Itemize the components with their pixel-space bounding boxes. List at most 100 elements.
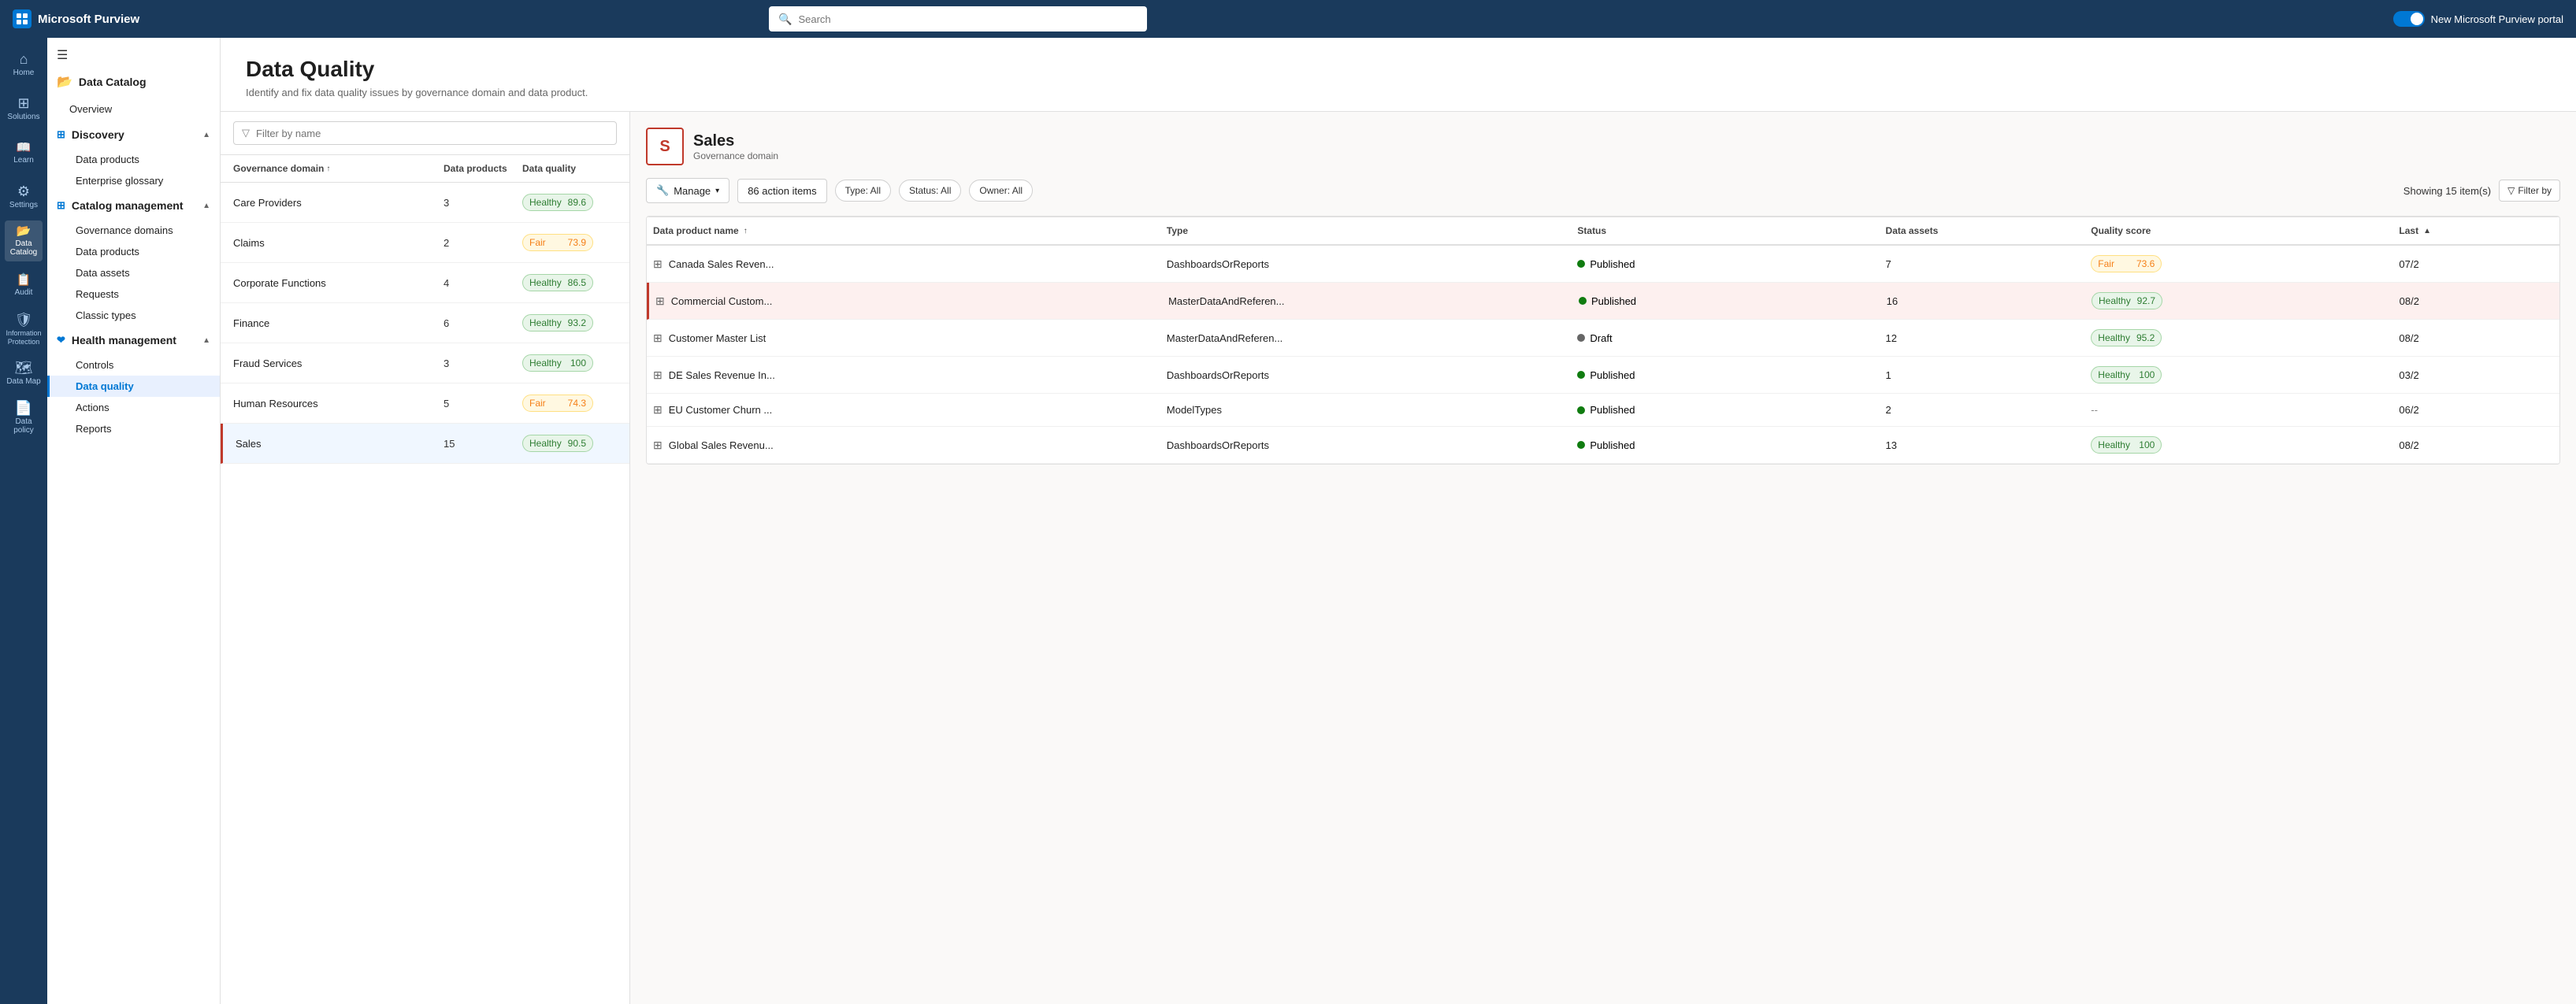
- sidebar-item-settings[interactable]: ⚙ Settings: [5, 176, 43, 217]
- search-input[interactable]: [798, 13, 1138, 25]
- last-sort-desc-icon: ▲: [2423, 227, 2431, 235]
- table-row[interactable]: Care Providers 3 Healthy89.6: [221, 183, 629, 223]
- data-catalog-icon: 📂: [17, 225, 32, 237]
- nav-item-overview[interactable]: Overview: [47, 98, 220, 120]
- manage-button[interactable]: 🔧 Manage ▾: [646, 178, 729, 203]
- nav-item-enterprise-glossary[interactable]: Enterprise glossary: [47, 170, 220, 191]
- table-row[interactable]: ⊞ Global Sales Revenu... DashboardsOrRep…: [647, 427, 2559, 464]
- domain-name: Care Providers: [233, 197, 444, 209]
- catalog-mgmt-toggle[interactable]: ▲: [202, 202, 210, 210]
- table-row[interactable]: ⊞ EU Customer Churn ... ModelTypes Publi…: [647, 394, 2559, 427]
- nav-section-health-mgmt[interactable]: ❤ Health management ▲: [47, 326, 220, 354]
- filter-bar: ▽: [221, 112, 629, 155]
- health-mgmt-toggle[interactable]: ▲: [202, 336, 210, 345]
- sidebar-item-home[interactable]: ⌂ Home: [5, 44, 43, 85]
- table-row[interactable]: Claims 2 Fair73.9: [221, 223, 629, 263]
- detail-panel: S Sales Governance domain 🔧 Manage ▾: [630, 112, 2576, 1004]
- header-governance-domain[interactable]: Governance domain ↑: [233, 163, 444, 174]
- nav-item-governance-domains[interactable]: Governance domains: [47, 220, 220, 241]
- domain-name: Claims: [233, 237, 444, 249]
- nav-section-discovery[interactable]: ⊞ Discovery ▲: [47, 120, 220, 149]
- filter-right-button[interactable]: ▽ Filter by: [2499, 180, 2560, 202]
- products-table-header: Data product name ↑ Type Status Data ass…: [647, 217, 2559, 246]
- owner-filter-button[interactable]: Owner: All: [969, 180, 1033, 202]
- nav-health-title: Health management: [72, 334, 176, 346]
- nav-item-classic-types[interactable]: Classic types: [47, 305, 220, 326]
- products-count: 3: [444, 358, 522, 369]
- nav-item-catalog-data-products[interactable]: Data products: [47, 241, 220, 262]
- filter-by-name-input[interactable]: [256, 128, 608, 139]
- products-count: 5: [444, 398, 522, 409]
- sidebar-item-audit[interactable]: 📋 Audit: [5, 265, 43, 306]
- sidebar-catalog-label: Data Catalog: [5, 239, 43, 257]
- header-product-name[interactable]: Data product name ↑: [653, 225, 1167, 236]
- status-filter-button[interactable]: Status: All: [899, 180, 961, 202]
- filter-input-container[interactable]: ▽: [233, 121, 617, 145]
- products-count: 2: [444, 237, 522, 249]
- sort-asc-icon: ↑: [326, 165, 330, 173]
- filter-by-label: Filter by: [2518, 185, 2552, 196]
- global-search[interactable]: 🔍: [769, 6, 1147, 31]
- product-name: Canada Sales Reven...: [669, 258, 774, 270]
- quality-badge: Healthy95.2: [2091, 329, 2162, 346]
- nav-section-data-catalog[interactable]: 📂 Data Catalog: [47, 66, 220, 98]
- nav-item-controls[interactable]: Controls: [47, 354, 220, 376]
- sidebar-item-data-map[interactable]: 🗺 Data Map: [5, 353, 43, 394]
- filter-by-icon: ▽: [2507, 185, 2515, 196]
- header-data-assets: Data assets: [1886, 225, 2092, 236]
- domain-name: Fraud Services: [233, 358, 444, 369]
- detail-toolbar: 🔧 Manage ▾ 86 action items Type: All Sta…: [646, 178, 2560, 203]
- nav-discovery-icon: ⊞: [57, 128, 65, 141]
- nav-item-requests[interactable]: Requests: [47, 283, 220, 305]
- data-assets-count: 7: [1886, 258, 2092, 270]
- quality-badge: Healthy86.5: [522, 274, 593, 291]
- quality-badge: Healthy100: [522, 354, 593, 372]
- sidebar-item-data-policy[interactable]: 📄 Data policy: [5, 397, 43, 438]
- nav-item-data-products[interactable]: Data products: [47, 149, 220, 170]
- showing-label: Showing 15 item(s): [2403, 185, 2491, 197]
- quality-none: --: [2091, 404, 2098, 416]
- header-data-products: Data products: [444, 163, 522, 174]
- product-icon: ⊞: [653, 257, 663, 271]
- sidebar-item-data-catalog[interactable]: 📂 Data Catalog: [5, 220, 43, 261]
- action-items-button[interactable]: 86 action items: [737, 179, 826, 203]
- sidebar-item-learn[interactable]: 📖 Learn: [5, 132, 43, 173]
- sidebar-item-info-protection[interactable]: 🛡 Information Protection: [5, 309, 43, 350]
- header-last[interactable]: Last ▲: [2399, 225, 2553, 236]
- status-dot: [1577, 260, 1585, 268]
- table-row[interactable]: Corporate Functions 4 Healthy86.5: [221, 263, 629, 303]
- type-filter-button[interactable]: Type: All: [835, 180, 891, 202]
- data-assets-count: 2: [1886, 404, 2092, 416]
- table-row[interactable]: ⊞ Canada Sales Reven... DashboardsOrRepo…: [647, 246, 2559, 283]
- table-row[interactable]: Fraud Services 3 Healthy100: [221, 343, 629, 383]
- nav-item-data-assets[interactable]: Data assets: [47, 262, 220, 283]
- nav-health-icon: ❤: [57, 334, 65, 346]
- nav-section-catalog-mgmt[interactable]: ⊞ Catalog management ▲: [47, 191, 220, 220]
- nav-item-data-quality[interactable]: Data quality: [47, 376, 220, 397]
- page-header: Data Quality Identify and fix data quali…: [221, 38, 2576, 112]
- hamburger-menu[interactable]: ☰: [47, 38, 220, 66]
- nav-item-actions[interactable]: Actions: [47, 397, 220, 418]
- nav-catalog-title: Data Catalog: [79, 76, 147, 88]
- product-name: DE Sales Revenue In...: [669, 369, 775, 381]
- brand-logo[interactable]: Microsoft Purview: [13, 9, 139, 28]
- table-row[interactable]: Finance 6 Healthy93.2: [221, 303, 629, 343]
- sidebar-item-solutions[interactable]: ⊞ Solutions: [5, 88, 43, 129]
- sidebar-protection-label: Information Protection: [5, 329, 43, 346]
- discovery-toggle[interactable]: ▲: [202, 131, 210, 139]
- table-row[interactable]: Human Resources 5 Fair74.3: [221, 383, 629, 424]
- top-navigation: Microsoft Purview 🔍 New Microsoft Purvie…: [0, 0, 2576, 38]
- table-row[interactable]: ⊞ Customer Master List MasterDataAndRefe…: [647, 320, 2559, 357]
- header-quality-score: Quality score: [2091, 225, 2399, 236]
- table-row[interactable]: ⊞ DE Sales Revenue In... DashboardsOrRep…: [647, 357, 2559, 394]
- table-row-selected[interactable]: Sales 15 Healthy90.5: [221, 424, 629, 464]
- table-row-selected[interactable]: ⊞ Commercial Custom... MasterDataAndRefe…: [647, 283, 2559, 320]
- product-name-cell: ⊞ EU Customer Churn ...: [653, 403, 1167, 417]
- nav-item-reports[interactable]: Reports: [47, 418, 220, 439]
- data-assets-count: 12: [1886, 332, 2092, 344]
- status-label: Published: [1590, 258, 1635, 270]
- hamburger-icon: ☰: [57, 47, 68, 63]
- last-date: 06/2: [2399, 404, 2553, 416]
- status-label: Published: [1591, 295, 1636, 307]
- portal-toggle[interactable]: [2393, 11, 2425, 27]
